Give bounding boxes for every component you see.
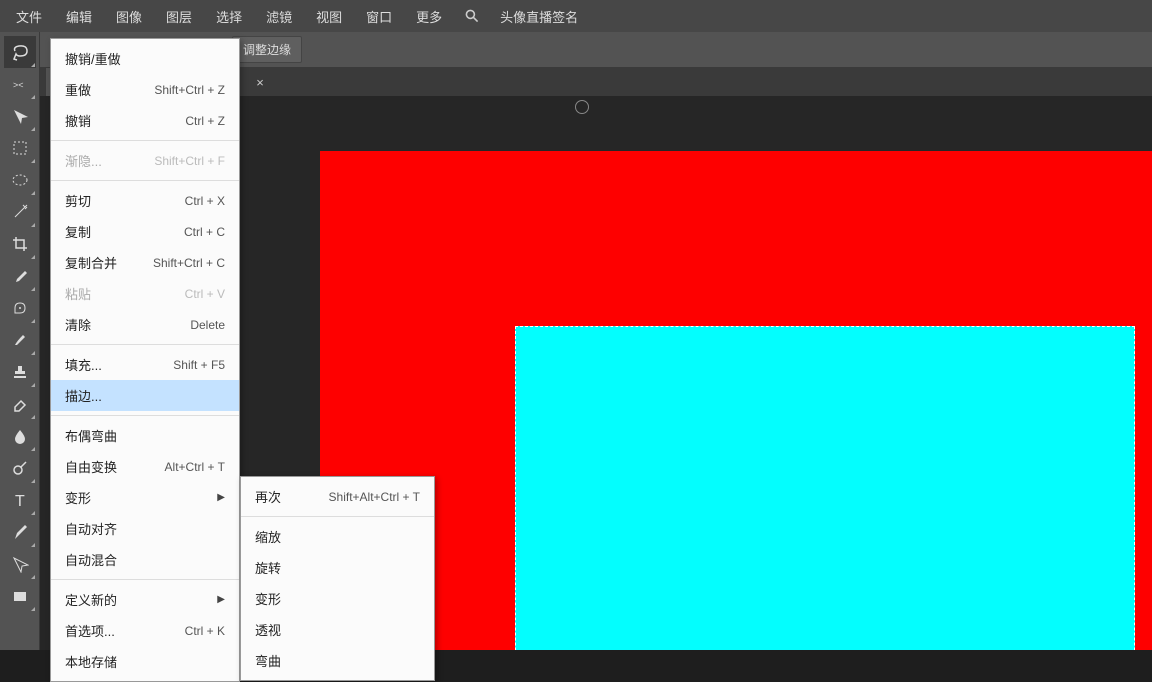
menu-separator bbox=[51, 579, 239, 580]
menu-item-重做[interactable]: 重做Shift+Ctrl + Z bbox=[51, 74, 239, 105]
cyan-selection[interactable] bbox=[515, 326, 1135, 650]
tool-rectangle[interactable] bbox=[4, 580, 36, 612]
menu-item-剪切[interactable]: 剪切Ctrl + X bbox=[51, 185, 239, 216]
menu-选择[interactable]: 选择 bbox=[204, 1, 254, 32]
menu-item-清除[interactable]: 清除Delete bbox=[51, 309, 239, 340]
tool-dodge[interactable] bbox=[4, 452, 36, 484]
tool-magic-wand[interactable] bbox=[4, 196, 36, 228]
refine-edge-button[interactable]: 调整边缘 bbox=[232, 36, 302, 63]
tools-panel: >< T bbox=[0, 32, 40, 650]
submenu-item-再次[interactable]: 再次Shift+Alt+Ctrl + T bbox=[241, 481, 434, 512]
menu-图层[interactable]: 图层 bbox=[154, 1, 204, 32]
submenu-item-透视[interactable]: 透视 bbox=[241, 614, 434, 645]
menu-编辑[interactable]: 编辑 bbox=[54, 1, 104, 32]
menu-item-自由变换[interactable]: 自由变换Alt+Ctrl + T bbox=[51, 451, 239, 482]
tool-eraser[interactable] bbox=[4, 388, 36, 420]
tool-move[interactable] bbox=[4, 100, 36, 132]
menu-item-填充[interactable]: 填充...Shift + F5 bbox=[51, 349, 239, 380]
menubar: 文件编辑图像图层选择滤镜视图窗口更多 头像直播签名 bbox=[0, 0, 1152, 32]
menu-文件[interactable]: 文件 bbox=[4, 1, 54, 32]
tool-blur[interactable] bbox=[4, 420, 36, 452]
menu-item-变形[interactable]: 变形▶ bbox=[51, 482, 239, 513]
svg-text:T: T bbox=[15, 493, 25, 509]
menu-separator bbox=[51, 180, 239, 181]
menu-item-布偶弯曲[interactable]: 布偶弯曲 bbox=[51, 420, 239, 451]
menu-separator bbox=[241, 516, 434, 517]
menu-窗口[interactable]: 窗口 bbox=[354, 1, 404, 32]
menu-视图[interactable]: 视图 bbox=[304, 1, 354, 32]
tool-patch[interactable] bbox=[4, 292, 36, 324]
menu-item-渐隐: 渐隐...Shift+Ctrl + F bbox=[51, 145, 239, 176]
tool-pen[interactable] bbox=[4, 516, 36, 548]
tool-marquee[interactable] bbox=[4, 132, 36, 164]
rotation-center-marker bbox=[575, 100, 589, 114]
transform-submenu: 再次Shift+Alt+Ctrl + T缩放旋转变形透视弯曲 bbox=[240, 476, 435, 681]
menu-item-首选项[interactable]: 首选项...Ctrl + K bbox=[51, 615, 239, 646]
menu-图像[interactable]: 图像 bbox=[104, 1, 154, 32]
search-icon[interactable] bbox=[464, 8, 480, 24]
tool-eyedropper[interactable] bbox=[4, 260, 36, 292]
menu-item-定义新的[interactable]: 定义新的▶ bbox=[51, 584, 239, 615]
menu-item-复制合并[interactable]: 复制合并Shift+Ctrl + C bbox=[51, 247, 239, 278]
menu-separator bbox=[51, 140, 239, 141]
tool-text[interactable]: T bbox=[4, 484, 36, 516]
svg-text:><: >< bbox=[13, 80, 24, 90]
menu-item-复制[interactable]: 复制Ctrl + C bbox=[51, 216, 239, 247]
menu-item-描边[interactable]: 描边... bbox=[51, 380, 239, 411]
menu-更多[interactable]: 更多 bbox=[404, 1, 454, 32]
menu-item-撤销/重做[interactable]: 撤销/重做 bbox=[51, 43, 239, 74]
menu-item-撤销[interactable]: 撤销Ctrl + Z bbox=[51, 105, 239, 136]
tab-close-button[interactable]: × bbox=[248, 68, 272, 96]
tool-path-select[interactable] bbox=[4, 548, 36, 580]
tool-stamp[interactable] bbox=[4, 356, 36, 388]
menu-item-本地存储[interactable]: 本地存储 bbox=[51, 646, 239, 677]
submenu-item-缩放[interactable]: 缩放 bbox=[241, 521, 434, 552]
menu-separator bbox=[51, 415, 239, 416]
menu-item-自动混合[interactable]: 自动混合 bbox=[51, 544, 239, 575]
menu-滤镜[interactable]: 滤镜 bbox=[254, 1, 304, 32]
submenu-item-旋转[interactable]: 旋转 bbox=[241, 552, 434, 583]
tool-brush[interactable] bbox=[4, 324, 36, 356]
tool-lasso[interactable] bbox=[4, 36, 36, 68]
menu-item-粘贴: 粘贴Ctrl + V bbox=[51, 278, 239, 309]
menubar-extra-link[interactable]: 头像直播签名 bbox=[490, 1, 588, 32]
edit-menu-dropdown: 撤销/重做重做Shift+Ctrl + Z撤销Ctrl + Z 渐隐...Shif… bbox=[50, 38, 240, 682]
tool-ellipse-select[interactable] bbox=[4, 164, 36, 196]
tool-scale-handle[interactable]: >< bbox=[4, 68, 36, 100]
menu-separator bbox=[51, 344, 239, 345]
menu-item-自动对齐[interactable]: 自动对齐 bbox=[51, 513, 239, 544]
tool-crop[interactable] bbox=[4, 228, 36, 260]
submenu-item-变形[interactable]: 变形 bbox=[241, 583, 434, 614]
